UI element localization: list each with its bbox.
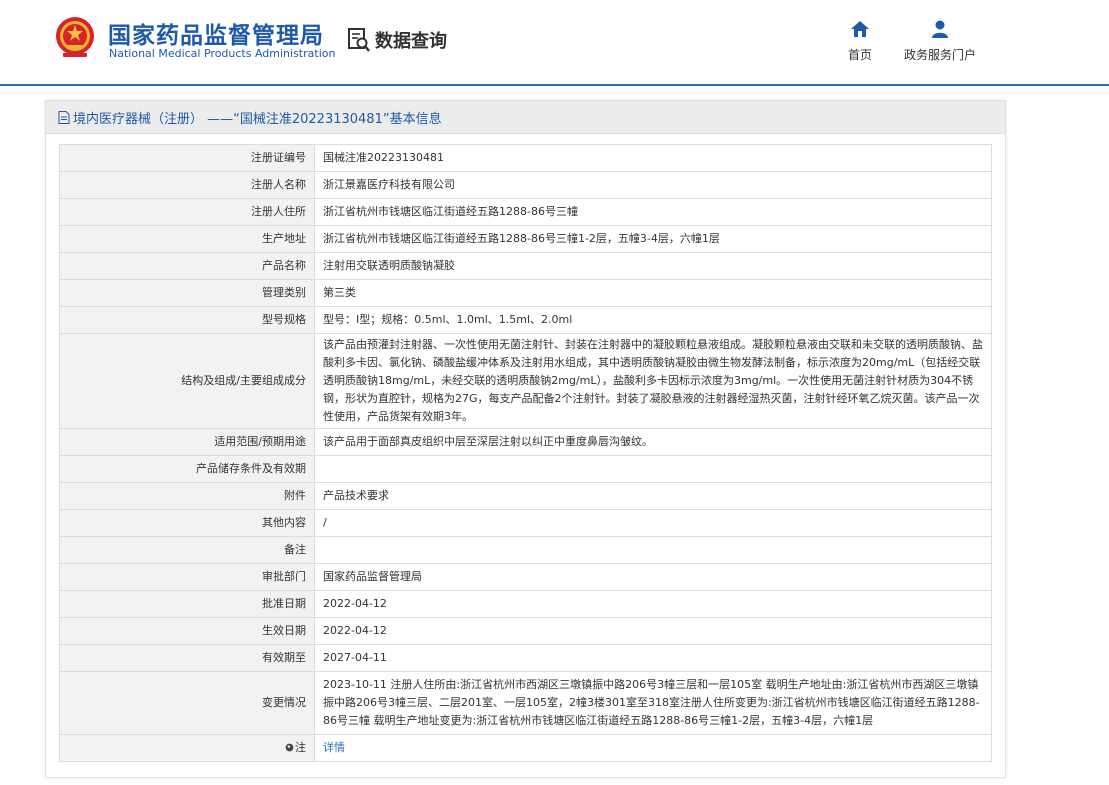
field-value: 2027-04-11 [314, 644, 992, 672]
note-label: 注 [295, 741, 306, 754]
field-value: 国家药品监督管理局 [314, 563, 992, 591]
home-icon [851, 21, 869, 37]
search-document-icon [348, 28, 370, 52]
field-label: 注册人住所 [59, 198, 315, 226]
field-value: 2022-04-12 [314, 590, 992, 618]
nav-service-portal-label: 政务服务门户 [903, 48, 976, 62]
table-row: 备注 [59, 536, 992, 564]
nav-home-label: 首页 [847, 48, 872, 62]
panel-header: 境内医疗器械（注册） ——“国械注准20223130481”基本信息 [46, 101, 1005, 134]
field-value: 浙江景嘉医疗科技有限公司 [314, 171, 992, 199]
globe-icon [285, 743, 294, 752]
table-row: 产品储存条件及有效期 [59, 455, 992, 483]
table-row: 适用范围/预期用途 该产品用于面部真皮组织中层至深层注射以纠正中重度鼻唇沟皱纹。 [59, 428, 992, 456]
user-icon [932, 20, 948, 38]
table-row: 生效日期 2022-04-12 [59, 617, 992, 645]
nav-service-portal[interactable]: 政务服务门户 [902, 20, 978, 63]
table-row: 注册人名称 浙江景嘉医疗科技有限公司 [59, 171, 992, 199]
table-row: 变更情况 2023-10-11 注册人住所由:浙江省杭州市西湖区三墩镇振中路20… [59, 671, 992, 735]
field-value: 该产品由预灌封注射器、一次性使用无菌注射针、封装在注射器中的凝胶颗粒悬液组成。凝… [314, 333, 992, 429]
field-label: 其他内容 [59, 509, 315, 537]
field-label: 管理类别 [59, 279, 315, 307]
table-row: 型号规格 型号：Ⅰ型；规格：0.5ml、1.0ml、1.5ml、2.0ml [59, 306, 992, 334]
national-emblem-icon [56, 17, 94, 57]
field-label: 生效日期 [59, 617, 315, 645]
field-value: 浙江省杭州市钱塘区临江街道经五路1288-86号三幢1-2层，五幢3-4层，六幢… [314, 225, 992, 253]
field-value: 浙江省杭州市钱塘区临江街道经五路1288-86号三幢 [314, 198, 992, 226]
field-value: 注射用交联透明质酸钠凝胶 [314, 252, 992, 280]
field-label: 变更情况 [59, 671, 315, 735]
field-value: 该产品用于面部真皮组织中层至深层注射以纠正中重度鼻唇沟皱纹。 [314, 428, 992, 456]
detail-panel: 境内医疗器械（注册） ——“国械注准20223130481”基本信息 注册证编号… [45, 100, 1006, 778]
table-row: 注 详情 [59, 734, 992, 762]
data-query-label: 数据查询 [375, 31, 447, 52]
table-row: 附件 产品技术要求 [59, 482, 992, 510]
field-label: 附件 [59, 482, 315, 510]
field-label: 备注 [59, 536, 315, 564]
site-header: 国家药品监督管理局 National Medical Products Admi… [0, 0, 1109, 86]
field-label: 注 [59, 734, 315, 762]
table-row: 产品名称 注射用交联透明质酸钠凝胶 [59, 252, 992, 280]
field-value: 产品技术要求 [314, 482, 992, 510]
data-query-heading: 数据查询 [347, 26, 447, 54]
table-row: 审批部门 国家药品监督管理局 [59, 563, 992, 591]
field-value [314, 455, 992, 483]
field-label: 注册人名称 [59, 171, 315, 199]
table-row: 结构及组成/主要组成成分 该产品由预灌封注射器、一次性使用无菌注射针、封装在注射… [59, 333, 992, 429]
detail-table: 注册证编号 国械注准20223130481 注册人名称 浙江景嘉医疗科技有限公司… [59, 144, 992, 762]
field-label: 批准日期 [59, 590, 315, 618]
table-row: 有效期至 2027-04-11 [59, 644, 992, 672]
field-label: 注册证编号 [59, 144, 315, 172]
field-label: 审批部门 [59, 563, 315, 591]
nav-home[interactable]: 首页 [844, 20, 876, 63]
field-label: 产品名称 [59, 252, 315, 280]
field-label: 生产地址 [59, 225, 315, 253]
field-value: 国械注准20223130481 [314, 144, 992, 172]
field-label: 有效期至 [59, 644, 315, 672]
field-label: 型号规格 [59, 306, 315, 334]
table-row: 批准日期 2022-04-12 [59, 590, 992, 618]
field-label: 产品储存条件及有效期 [59, 455, 315, 483]
table-row: 管理类别 第三类 [59, 279, 992, 307]
table-row: 注册人住所 浙江省杭州市钱塘区临江街道经五路1288-86号三幢 [59, 198, 992, 226]
table-row: 注册证编号 国械注准20223130481 [59, 144, 992, 172]
table-row: 其他内容 / [59, 509, 992, 537]
panel-title: 境内医疗器械（注册） ——“国械注准20223130481”基本信息 [73, 111, 442, 127]
table-row: 生产地址 浙江省杭州市钱塘区临江街道经五路1288-86号三幢1-2层，五幢3-… [59, 225, 992, 253]
field-value: 详情 [314, 734, 992, 762]
site-brand-title: 国家药品监督管理局 [108, 23, 324, 49]
field-label: 结构及组成/主要组成成分 [59, 333, 315, 429]
field-value [314, 536, 992, 564]
field-label: 适用范围/预期用途 [59, 428, 315, 456]
field-value: 2023-10-11 注册人住所由:浙江省杭州市西湖区三墩镇振中路206号3幢三… [314, 671, 992, 735]
document-icon [58, 110, 70, 124]
details-link[interactable]: 详情 [323, 741, 345, 754]
field-value: 2022-04-12 [314, 617, 992, 645]
field-value: / [314, 509, 992, 537]
field-value: 型号：Ⅰ型；规格：0.5ml、1.0ml、1.5ml、2.0ml [314, 306, 992, 334]
field-value: 第三类 [314, 279, 992, 307]
site-brand-subtitle: National Medical Products Administration [109, 47, 336, 60]
